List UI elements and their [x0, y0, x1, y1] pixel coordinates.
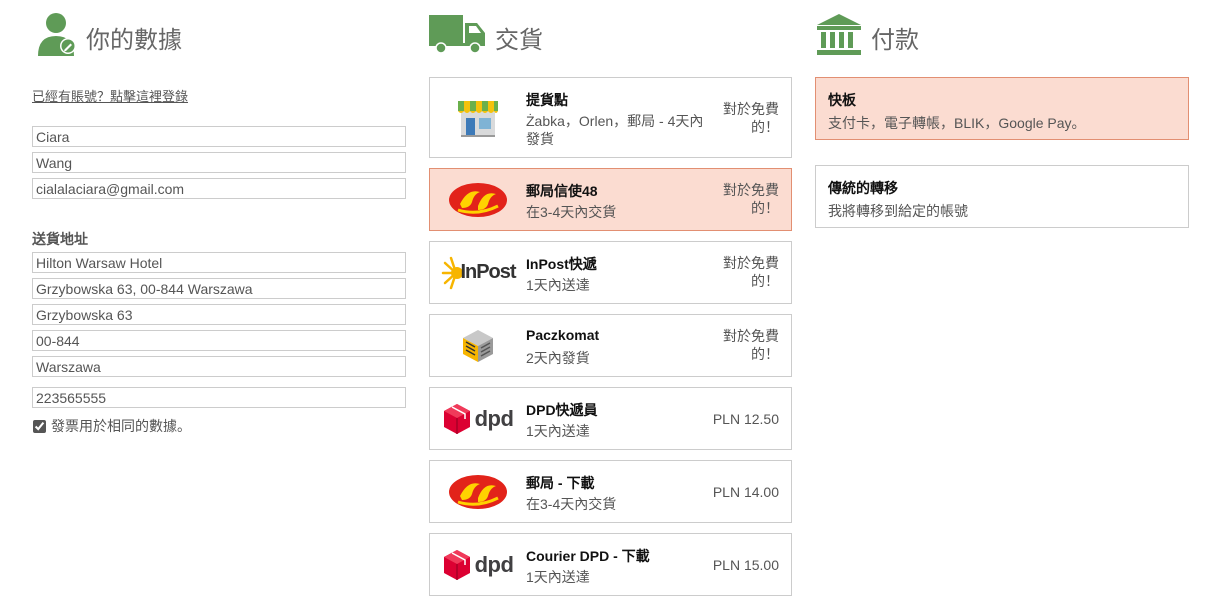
paczkomat-logo — [438, 324, 518, 368]
payment-header: 付款 — [815, 12, 919, 62]
delivery-header: 交貨 — [429, 12, 543, 62]
first-name-field[interactable] — [32, 126, 406, 147]
dpd-logo: dpd — [438, 397, 518, 441]
payment-title: 付款 — [871, 26, 919, 54]
street-field[interactable] — [32, 304, 406, 325]
payment-option-name: 傳統的轉移 — [828, 180, 898, 196]
payment-option-desc: 我將轉移到給定的帳號 — [828, 203, 968, 219]
delivery-option-price: PLN 14.00 — [712, 483, 779, 500]
payment-option-bank-transfer[interactable]: 傳統的轉移 我將轉移到給定的帳號 — [815, 165, 1189, 228]
invoice-same-data-checkbox[interactable] — [33, 419, 46, 433]
delivery-option-desc: 在3-4天內交貨 — [526, 204, 617, 220]
user-edit-icon — [36, 12, 78, 63]
truck-icon — [429, 14, 487, 60]
delivery-option-desc: 在3-4天內交貨 — [526, 496, 617, 512]
city-field[interactable] — [32, 356, 406, 377]
delivery-option-name: Paczkomat — [526, 327, 600, 343]
delivery-option-name: 郵局信使48 — [526, 183, 598, 199]
dpd-logo-text: dpd — [474, 551, 514, 577]
delivery-option-name: InPost快遞 — [526, 256, 597, 272]
delivery-option-price: 對於免費的！ — [723, 101, 779, 135]
inpost-logo: InPost — [438, 251, 518, 295]
delivery-option-price: PLN 15.00 — [712, 556, 779, 573]
payment-option-name: 快板 — [828, 92, 856, 108]
delivery-option-price: PLN 12.50 — [712, 410, 779, 427]
delivery-option-price: 對於免費的！ — [723, 328, 779, 362]
delivery-option-desc: 1天內送達 — [526, 277, 590, 293]
your-data-title: 你的數據 — [86, 26, 182, 54]
postcode-field[interactable] — [32, 330, 406, 351]
poczta-logo — [438, 178, 518, 222]
bank-icon — [815, 13, 863, 62]
delivery-option-price: 對於免費的！ — [723, 182, 779, 216]
dpd-logo-text: dpd — [474, 405, 514, 431]
poczta-logo — [438, 470, 518, 514]
invoice-same-data-row[interactable]: 發票用於相同的數據。 — [33, 416, 191, 436]
inpost-logo-text: InPost — [460, 261, 516, 283]
delivery-option-courier-dpd-pickup[interactable]: dpd Courier DPD - 下載 1天內送達 PLN 15.00 — [429, 533, 792, 596]
delivery-title: 交貨 — [495, 26, 543, 54]
delivery-option-price: 對於免費的！ — [723, 255, 779, 289]
delivery-option-poczta-pickup[interactable]: 郵局 - 下載 在3-4天內交貨 PLN 14.00 — [429, 460, 792, 523]
phone-field[interactable] — [32, 387, 406, 408]
payment-option-desc: 支付卡，電子轉帳，BLIK，Google Pay。 — [828, 115, 1086, 131]
delivery-option-name: DPD快遞員 — [526, 402, 598, 418]
delivery-option-paczkomat[interactable]: Paczkomat 2天內發貨 對於免費的！ — [429, 314, 792, 377]
dpd-logo: dpd — [438, 543, 518, 587]
invoice-same-data-label: 發票用於相同的數據。 — [51, 418, 191, 434]
delivery-option-inpost[interactable]: InPost InPost快遞 1天內送達 對於免費的！ — [429, 241, 792, 304]
login-link[interactable]: 已經有賬號？點擊這裡登錄 — [32, 86, 188, 105]
delivery-option-desc: Żabka，Orlen，郵局 - 4天內發貨 — [526, 113, 704, 147]
delivery-option-desc: 2天內發貨 — [526, 350, 590, 366]
address-line-field[interactable] — [32, 278, 406, 299]
delivery-option-dpd[interactable]: dpd DPD快遞員 1天內送達 PLN 12.50 — [429, 387, 792, 450]
your-data-header: 你的數據 — [36, 12, 182, 62]
shop-icon — [438, 96, 518, 140]
delivery-option-name: Courier DPD - 下載 — [526, 548, 650, 564]
delivery-option-desc: 1天內送達 — [526, 569, 590, 585]
delivery-option-name: 提貨點 — [526, 92, 568, 108]
payment-option-quick[interactable]: 快板 支付卡，電子轉帳，BLIK，Google Pay。 — [815, 77, 1189, 140]
shipping-address-label: 送貨地址 — [32, 231, 88, 247]
last-name-field[interactable] — [32, 152, 406, 173]
delivery-option-pickup-point[interactable]: 提貨點 Żabka，Orlen，郵局 - 4天內發貨 對於免費的！ — [429, 77, 792, 158]
delivery-option-poczta-48[interactable]: 郵局信使48 在3-4天內交貨 對於免費的！ — [429, 168, 792, 231]
delivery-option-desc: 1天內送達 — [526, 423, 590, 439]
company-field[interactable] — [32, 252, 406, 273]
email-field[interactable] — [32, 178, 406, 199]
delivery-option-name: 郵局 - 下載 — [526, 475, 595, 491]
